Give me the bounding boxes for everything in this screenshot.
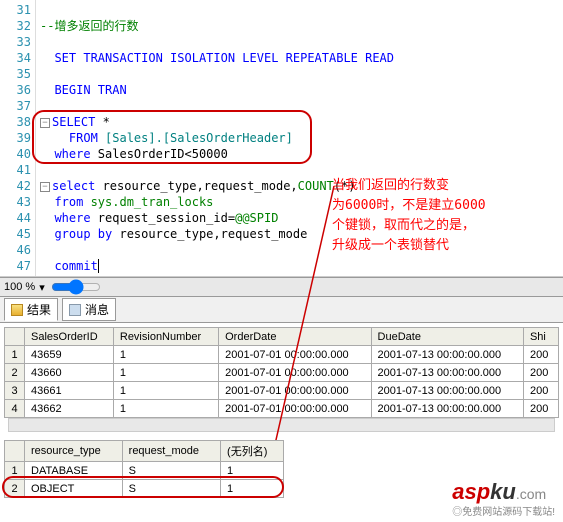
table-row[interactable]: 2OBJECTS1 — [5, 480, 284, 498]
table-header: SalesOrderID RevisionNumber OrderDate Du… — [5, 328, 559, 346]
zoom-bar: 100 % ▾ — [0, 277, 563, 297]
results-tabs: 结果 消息 — [0, 297, 563, 323]
tab-results[interactable]: 结果 — [4, 298, 58, 321]
table-row[interactable]: 44366212001-07-01 00:00:00.0002001-07-13… — [5, 400, 559, 418]
zoom-slider[interactable] — [51, 282, 101, 292]
table-row[interactable]: 24366012001-07-01 00:00:00.0002001-07-13… — [5, 364, 559, 382]
table-row[interactable]: 1DATABASES1 — [5, 462, 284, 480]
table-row[interactable]: 14365912001-07-01 00:00:00.0002001-07-13… — [5, 346, 559, 364]
fold-icon[interactable]: − — [40, 182, 50, 192]
tab-messages[interactable]: 消息 — [62, 298, 116, 321]
grid-icon — [11, 304, 23, 316]
zoom-value: 100 % — [4, 281, 35, 293]
fold-icon[interactable]: − — [40, 118, 50, 128]
results-grid-1: SalesOrderID RevisionNumber OrderDate Du… — [0, 323, 563, 436]
code-body[interactable]: --增多返回的行数 SET TRANSACTION ISOLATION LEVE… — [36, 0, 563, 276]
horizontal-scrollbar[interactable] — [8, 418, 555, 432]
annotation-text: 当我们返回的行数变 为6000时，不是建立6000 个键锁，取而代之的是， 升级… — [332, 176, 532, 256]
table-header: resource_type request_mode (无列名) — [5, 441, 284, 462]
code-editor[interactable]: 31 32 33 34 35 36 37 38 39 40 41 42 43 4… — [0, 0, 563, 277]
message-icon — [69, 304, 81, 316]
line-gutter: 31 32 33 34 35 36 37 38 39 40 41 42 43 4… — [0, 0, 36, 276]
watermark: aspku.com ◎免费网站源码下载站! — [452, 479, 555, 518]
table-row[interactable]: 34366112001-07-01 00:00:00.0002001-07-13… — [5, 382, 559, 400]
